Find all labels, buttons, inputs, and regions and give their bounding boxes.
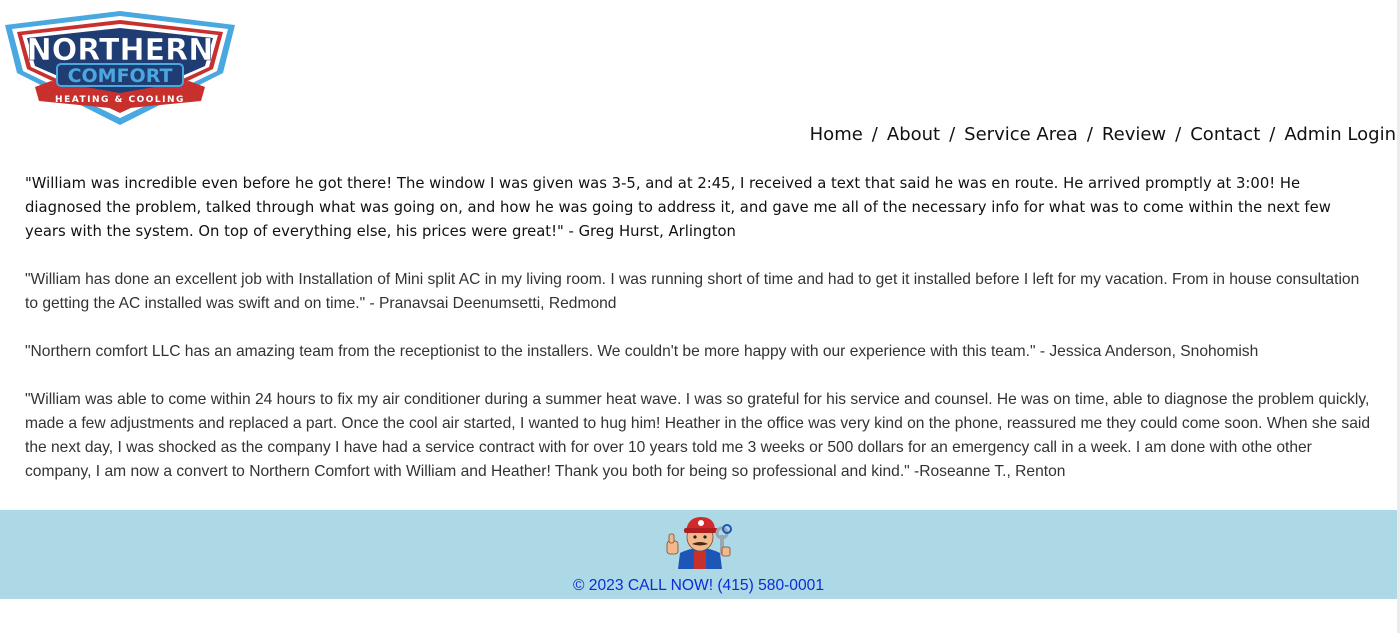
main-nav: Home / About / Service Area / Review / C… — [810, 121, 1396, 147]
reviews-section: "William was incredible even before he g… — [25, 172, 1370, 508]
logo-text-comfort: COMFORT — [68, 65, 173, 87]
nav-review[interactable]: Review — [1102, 124, 1166, 145]
nav-separator: / — [1175, 123, 1182, 145]
review-greg-hurst: "William was incredible even before he g… — [25, 175, 1331, 240]
nav-admin-login[interactable]: Admin Login — [1284, 124, 1396, 145]
technician-mascot-icon — [664, 513, 736, 569]
nav-contact[interactable]: Contact — [1190, 124, 1260, 145]
company-logo[interactable]: NORTHERN COMFORT HEATING & COOLING — [5, 11, 235, 125]
nav-service-area[interactable]: Service Area — [964, 124, 1078, 145]
nav-separator: / — [871, 123, 878, 145]
nav-separator: / — [1269, 123, 1276, 145]
review-pranavsai-deenumsetti: "William has done an excellent job with … — [25, 271, 1360, 312]
nav-separator: / — [1086, 123, 1093, 145]
review-jessica-anderson: "Northern comfort LLC has an amazing tea… — [25, 343, 1259, 360]
logo-badge: NORTHERN COMFORT HEATING & COOLING — [5, 11, 235, 125]
site-footer: © 2023 CALL NOW! (415) 580-0001 — [0, 510, 1397, 599]
footer-call-now[interactable]: © 2023 CALL NOW! (415) 580-0001 — [0, 576, 1397, 596]
nav-about[interactable]: About — [887, 124, 940, 145]
logo-text-northern: NORTHERN — [27, 33, 214, 68]
logo-text-heating-cooling: HEATING & COOLING — [55, 95, 185, 105]
review-roseanne-t: "William was able to come within 24 hour… — [25, 391, 1370, 480]
nav-separator: / — [949, 123, 956, 145]
nav-home[interactable]: Home — [810, 124, 863, 145]
